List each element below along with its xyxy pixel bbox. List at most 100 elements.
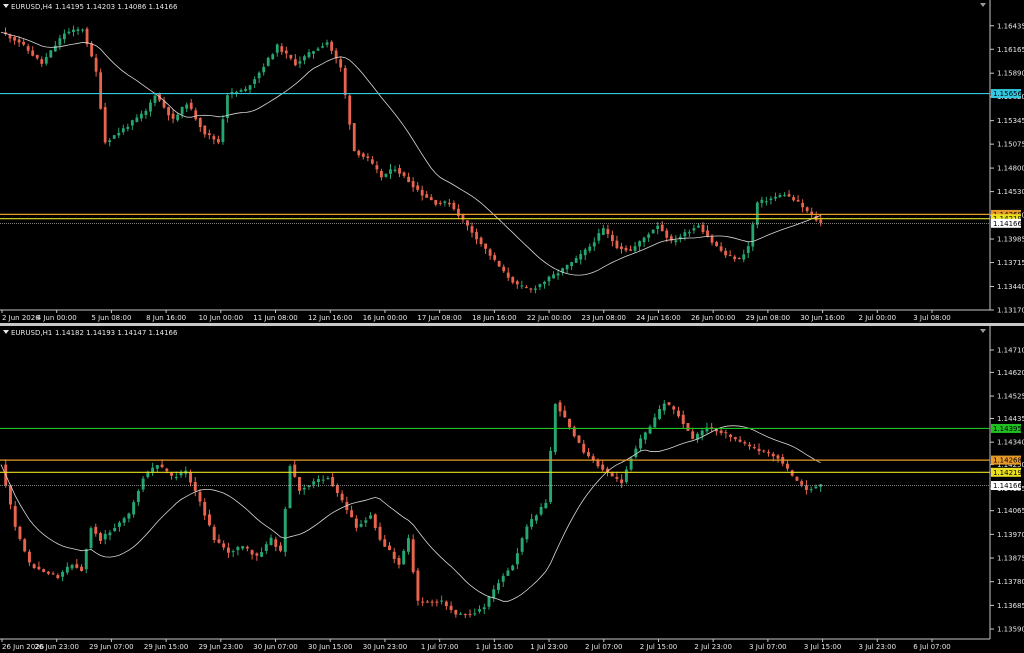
- candle-body: [805, 207, 809, 212]
- candle-body: [425, 194, 429, 198]
- candle-body: [348, 95, 352, 125]
- candle-body: [610, 472, 614, 477]
- candle-body: [440, 600, 444, 602]
- candle-body: [710, 236, 714, 243]
- candle-body: [776, 455, 780, 459]
- candle-body: [639, 438, 643, 449]
- candle-body: [198, 491, 202, 502]
- candle-body: [774, 196, 777, 199]
- candle-body: [65, 566, 69, 573]
- candle-body: [255, 553, 259, 556]
- candle-body: [687, 232, 691, 234]
- candle-body: [275, 44, 279, 53]
- candle-body: [411, 181, 415, 188]
- candle-body: [212, 136, 216, 140]
- h1-chart-panel[interactable]: EURUSD,H1 1.14182 1.14193 1.14147 1.14166…: [0, 326, 1024, 653]
- candle-body: [269, 537, 273, 546]
- candle-body: [222, 543, 226, 548]
- candle-body: [459, 613, 463, 615]
- candle-body: [44, 56, 48, 64]
- time-tick-label: 24 Jun 16:00: [636, 314, 680, 322]
- window-scroll-icon[interactable]: [980, 329, 986, 333]
- candle-body: [809, 489, 813, 491]
- candle-body: [375, 165, 379, 170]
- candle-body: [570, 262, 574, 267]
- candle-body: [634, 448, 638, 458]
- price-level-tag-label: 1.14166: [993, 220, 1022, 228]
- candle-body: [380, 170, 383, 178]
- symbol-dropdown-icon[interactable]: [3, 4, 9, 8]
- candle-body: [665, 230, 669, 238]
- candle-body: [558, 402, 562, 412]
- window-scroll-icon[interactable]: [980, 3, 986, 7]
- h4-chart-panel[interactable]: EURUSD,H4 1.14195 1.14203 1.14086 1.14166…: [0, 0, 1024, 323]
- time-tick-label: 30 Jun 23:00: [363, 643, 407, 651]
- candle-body: [239, 90, 243, 92]
- candle-body: [421, 601, 425, 603]
- candle-body: [373, 514, 377, 528]
- candle-body: [606, 229, 610, 234]
- candle-body: [121, 128, 125, 133]
- candle-body: [574, 258, 578, 263]
- candle-body: [479, 237, 483, 245]
- candle-body: [402, 172, 406, 176]
- candle-body: [99, 533, 102, 541]
- candle-body: [302, 487, 306, 490]
- candle-body: [262, 66, 266, 73]
- candle-body: [686, 423, 690, 431]
- candle-body: [549, 450, 553, 502]
- candle-body: [117, 132, 121, 136]
- candle-body: [583, 249, 587, 256]
- candle-body: [681, 414, 685, 425]
- candle-body: [658, 409, 662, 419]
- candle-body: [257, 72, 261, 79]
- candle-body: [217, 539, 221, 543]
- candle-body: [165, 468, 169, 472]
- candle-body: [511, 276, 515, 283]
- candle-body: [49, 50, 53, 58]
- time-tick-label: 2 Jul 00:00: [859, 314, 897, 322]
- candle-body: [543, 281, 546, 285]
- time-tick-label: 29 Jun 23:00: [199, 643, 243, 651]
- candle-body: [248, 85, 252, 90]
- candle-body: [760, 199, 764, 203]
- h4-candlestick-chart[interactable]: EURUSD,H4 1.14195 1.14203 1.14086 1.14166…: [0, 0, 1024, 323]
- time-tick-label: 10 Jun 00:00: [199, 314, 243, 322]
- candle-body: [719, 246, 723, 251]
- h1-candlestick-chart[interactable]: EURUSD,H1 1.14182 1.14193 1.14147 1.14166…: [0, 326, 1024, 653]
- candle-body: [17, 39, 21, 43]
- candle-body: [497, 260, 501, 267]
- candle-body: [764, 201, 768, 203]
- candle-body: [592, 242, 596, 247]
- candle-body: [167, 107, 170, 116]
- candle-body: [236, 547, 240, 551]
- candle-body: [769, 198, 773, 201]
- candle-body: [506, 570, 510, 576]
- candle-body: [496, 583, 500, 590]
- candle-body: [804, 485, 808, 490]
- candle-body: [487, 596, 491, 607]
- candle-body: [624, 247, 628, 251]
- candle-body: [231, 551, 235, 553]
- candle-body: [350, 510, 354, 518]
- candle-body: [122, 518, 126, 523]
- candle-body: [392, 551, 396, 559]
- price-tick-label: 1.13875: [997, 555, 1024, 563]
- candle-body: [89, 528, 93, 549]
- candle-body: [176, 114, 180, 121]
- candle-body: [94, 526, 98, 534]
- time-tick-label: 1 Jul 07:00: [421, 643, 459, 651]
- candle-body: [737, 258, 741, 260]
- time-tick-label: 11 Jun 08:00: [253, 314, 297, 322]
- candle-body: [552, 274, 555, 279]
- candle-body: [244, 88, 247, 91]
- candle-body: [189, 472, 192, 483]
- candle-body: [579, 254, 583, 260]
- candle-body: [216, 139, 220, 143]
- candle-body: [416, 185, 420, 190]
- candle-body: [795, 477, 799, 481]
- candle-body: [40, 59, 44, 64]
- candle-body: [352, 123, 356, 152]
- candle-body: [53, 45, 57, 52]
- symbol-dropdown-icon[interactable]: [3, 330, 9, 334]
